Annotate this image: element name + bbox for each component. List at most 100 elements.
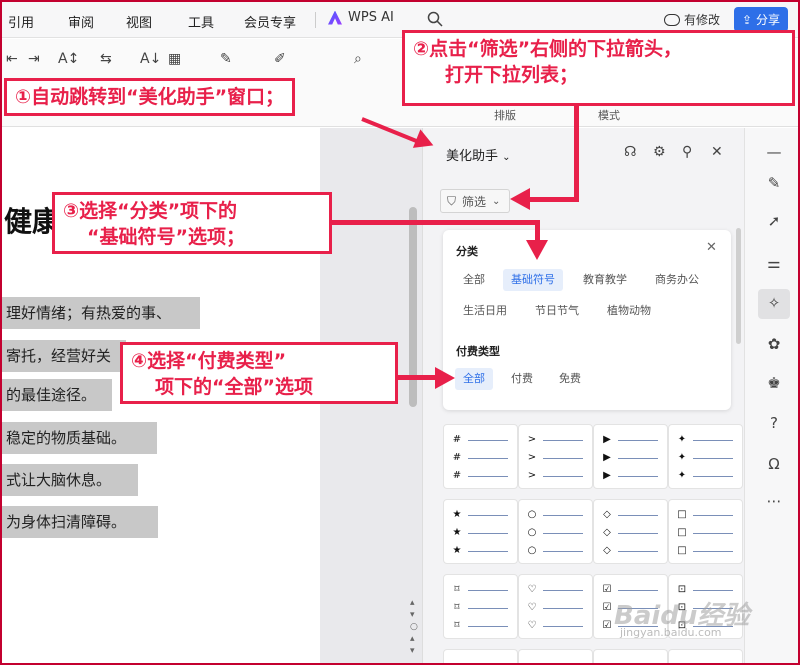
document-line[interactable]: 寄托，经营好关 <box>2 340 126 372</box>
pin-icon[interactable]: ⚲ <box>682 144 692 160</box>
symbol-row: ♡ <box>527 620 583 632</box>
symbol-template-card[interactable] <box>518 649 593 663</box>
placeholder-line <box>468 475 508 477</box>
symbol-row: ◇ <box>602 527 658 539</box>
symbol-template-card[interactable]: ◇ ◇ ◇ <box>593 499 668 564</box>
magic-wand-icon[interactable]: ✧ <box>765 294 783 312</box>
document-line[interactable]: 稳定的物质基础。 <box>2 422 157 454</box>
document-line[interactable]: 理好情绪；有热爱的事、 <box>2 297 200 329</box>
symbol-template-card[interactable]: ⌑ ⌑ ⌑ <box>443 574 518 639</box>
menu-member[interactable]: 会员专享 <box>244 12 296 31</box>
sort-icon[interactable]: A↓ <box>140 51 161 67</box>
category-chip-education[interactable]: 教育教学 <box>575 269 635 291</box>
cursor-icon[interactable]: ➚ <box>765 212 783 230</box>
panel-scrollbar[interactable] <box>736 228 741 344</box>
symbol-template-card[interactable] <box>593 649 668 663</box>
clear-format-icon[interactable]: ✐ <box>274 51 286 67</box>
category-chip-festivals[interactable]: 节日节气 <box>527 300 587 322</box>
text-direction-icon[interactable]: A↕ <box>58 51 79 67</box>
callout-step2-line2: 打开下拉列表； <box>445 64 579 86</box>
category-chip-all[interactable]: 全部 <box>455 269 493 291</box>
menu-review[interactable]: 审阅 <box>68 12 94 31</box>
symbol-row: ⌑ <box>452 584 508 596</box>
filter-button[interactable]: ⛉ 筛选 ⌄ <box>440 189 510 213</box>
more-icon[interactable]: ⋯ <box>765 492 783 510</box>
placeholder-line <box>468 457 508 459</box>
omega-icon[interactable]: Ω <box>765 455 783 473</box>
arrow-step3-head <box>526 240 548 260</box>
sliders-icon[interactable]: ⚌ <box>765 254 783 272</box>
wps-ai-menu[interactable]: WPS AI <box>328 10 394 25</box>
headset-icon[interactable]: ☊ <box>624 144 636 160</box>
close-icon[interactable]: ✕ <box>711 144 723 160</box>
paint-icon[interactable]: ✿ <box>765 335 783 353</box>
symbol-template-card[interactable]: ★ ★ ★ <box>443 499 518 564</box>
panel-title-label: 美化助手 <box>446 149 499 164</box>
cloud-icon <box>664 13 680 26</box>
share-button[interactable]: ⇪ 分享 <box>734 7 788 32</box>
placeholder-line <box>468 514 508 516</box>
symbol-row: ⌑ <box>452 602 508 614</box>
symbol-template-card[interactable]: > > > <box>518 424 593 489</box>
minus-icon[interactable]: — <box>765 143 783 161</box>
category-chip-plants-animals[interactable]: 植物动物 <box>599 300 659 322</box>
share-label: 分享 <box>756 13 781 27</box>
bullet-symbol: ○ <box>527 509 537 520</box>
chevron-down-icon[interactable]: ⌄ <box>492 196 500 207</box>
gear-icon[interactable]: ⚙ <box>653 144 666 160</box>
arrow-step4 <box>397 375 437 380</box>
menu-references[interactable]: 引用 <box>8 12 34 31</box>
document-line[interactable]: 的最佳途径。 <box>2 379 112 411</box>
pay-chip-free[interactable]: 免费 <box>551 368 589 390</box>
symbol-template-card[interactable]: ▶ ▶ ▶ <box>593 424 668 489</box>
bullet-symbol: ★ <box>452 527 462 538</box>
line-spacing-icon[interactable]: ⇆ <box>100 51 112 67</box>
has-changes-indicator[interactable]: 有修改 <box>664 11 720 28</box>
symbol-template-card[interactable]: □ □ □ <box>668 499 743 564</box>
symbol-template-card[interactable]: # # # <box>443 424 518 489</box>
bullet-symbol: # <box>452 452 462 463</box>
find-icon[interactable]: ⌕ <box>354 51 362 67</box>
bullet-symbol: ⊡ <box>677 584 687 595</box>
placeholder-line <box>468 607 508 609</box>
symbol-template-card[interactable] <box>668 649 743 663</box>
help-icon[interactable]: ? <box>765 414 783 432</box>
placeholder-line <box>618 514 658 516</box>
placeholder-line <box>543 625 583 627</box>
document-line[interactable]: 为身体扫清障碍。 <box>2 506 158 538</box>
pay-chip-paid[interactable]: 付费 <box>503 368 541 390</box>
menu-tools[interactable]: 工具 <box>188 12 214 31</box>
wps-ai-label: WPS AI <box>348 10 394 25</box>
share-icon: ⇪ <box>741 12 753 27</box>
decrease-indent-icon[interactable]: ⇤ <box>6 51 18 67</box>
placeholder-line <box>618 439 658 441</box>
pay-chip-all[interactable]: 全部 <box>455 368 493 390</box>
close-icon[interactable]: ✕ <box>706 240 717 255</box>
placeholder-line <box>618 589 658 591</box>
symbol-template-card[interactable] <box>443 649 518 663</box>
symbol-template-card[interactable]: ✦ ✦ ✦ <box>668 424 743 489</box>
callout-step3-line1: ③选择“分类”项下的 <box>63 200 238 222</box>
category-chip-business[interactable]: 商务办公 <box>647 269 707 291</box>
panel-title[interactable]: 美化助手 ⌄ <box>446 145 511 164</box>
pen-icon[interactable]: ✎ <box>220 51 232 67</box>
arrow-step2 <box>527 197 579 202</box>
category-chip-basic-symbols[interactable]: 基础符号 <box>503 269 563 291</box>
placeholder-line <box>468 439 508 441</box>
pencil-icon[interactable]: ✎ <box>765 174 783 192</box>
category-chip-daily-life[interactable]: 生活日用 <box>455 300 515 322</box>
has-changes-label: 有修改 <box>684 13 721 27</box>
symbol-template-card[interactable]: ♡ ♡ ♡ <box>518 574 593 639</box>
increase-indent-icon[interactable]: ⇥ <box>28 51 40 67</box>
symbol-template-card[interactable]: ○ ○ ○ <box>518 499 593 564</box>
menu-view[interactable]: 视图 <box>126 12 152 31</box>
placeholder-line <box>693 439 733 441</box>
placeholder-line <box>618 475 658 477</box>
search-icon[interactable] <box>427 11 443 27</box>
table-icon[interactable]: ▦ <box>168 51 181 67</box>
symbol-row: ♡ <box>527 602 583 614</box>
page-nav-controls[interactable]: ▴ ▾ ○ ▴ ▾ <box>410 597 418 657</box>
document-line[interactable]: 式让大脑休息。 <box>2 464 138 496</box>
placeholder-line <box>468 625 508 627</box>
shirt-icon[interactable]: ♚ <box>765 374 783 392</box>
